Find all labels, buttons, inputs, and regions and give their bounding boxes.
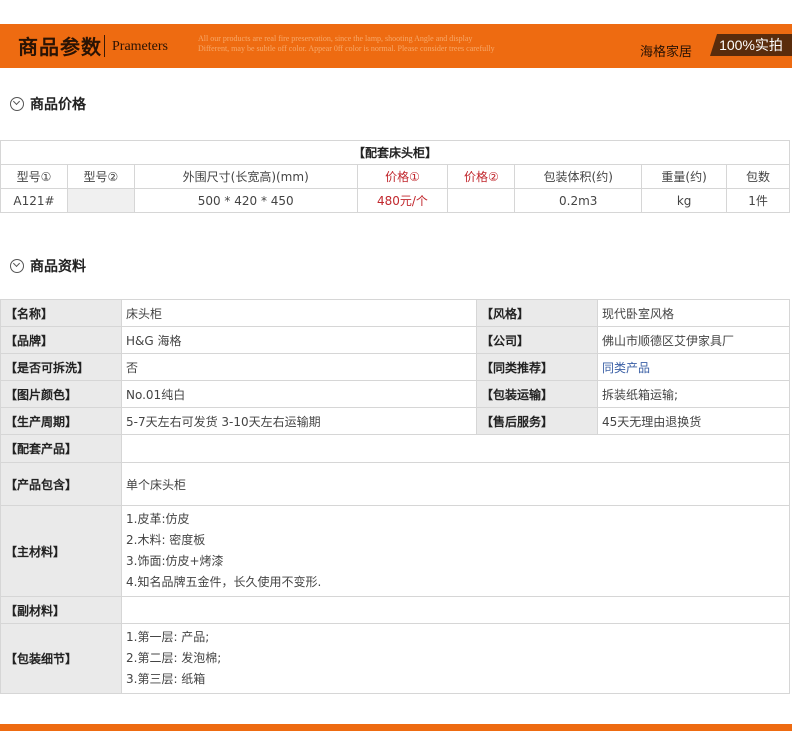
- info-row: 【包装细节】 1.第一层: 产品; 2.第二层: 发泡棉; 3.第三层: 纸箱: [0, 623, 790, 694]
- bottom-divider-bar: [0, 724, 792, 731]
- cell-model-2: [66, 188, 135, 213]
- price-table-caption: 【配套床头柜】: [0, 140, 790, 165]
- main-material-line: 1.皮革:仿皮: [126, 512, 190, 526]
- value-included: 单个床头柜: [121, 462, 790, 506]
- info-row: 【副材料】: [0, 596, 790, 624]
- cell-dimensions: 500 * 420 * 450: [133, 188, 358, 213]
- parameters-banner: 商品参数 Prameters All our products are real…: [0, 24, 792, 68]
- header-price-1: 价格①: [356, 164, 449, 189]
- label-after-sales: 【售后服务】: [476, 407, 598, 435]
- label-recommend: 【同类推荐】: [476, 353, 598, 381]
- chevron-circle-icon: [10, 259, 24, 273]
- info-row: 【名称】 床头柜 【风格】 现代卧室风格: [0, 299, 790, 327]
- banner-title-cn: 商品参数: [18, 35, 102, 59]
- value-brand: H&G 海格: [121, 326, 477, 354]
- header-model-1: 型号①: [0, 164, 68, 189]
- price-table: 【配套床头柜】 型号① 型号② 外围尺寸(长宽高)(mm) 价格① 价格② 包装…: [0, 140, 790, 213]
- product-info-table: 【名称】 床头柜 【风格】 现代卧室风格 【品牌】 H&G 海格 【公司】 佛山…: [0, 299, 790, 694]
- info-row: 【生产周期】 5-7天左右可发货 3-10天左右运输期 【售后服务】 45天无理…: [0, 407, 790, 435]
- value-after-sales: 45天无理由退换货: [597, 407, 790, 435]
- label-secondary-material: 【副材料】: [0, 596, 122, 624]
- label-matching-products: 【配套产品】: [0, 434, 122, 463]
- info-row: 【图片颜色】 No.01纯白 【包装运输】 拆装纸箱运输;: [0, 380, 790, 408]
- label-style: 【风格】: [476, 299, 598, 327]
- value-packaging-details: 1.第一层: 产品; 2.第二层: 发泡棉; 3.第三层: 纸箱: [121, 623, 790, 694]
- cell-model-1: A121#: [0, 188, 68, 213]
- info-row: 【主材料】 1.皮革:仿皮 2.木料: 密度板 3.饰面:仿皮+烤漆 4.知名品…: [0, 505, 790, 597]
- value-company: 佛山市顺德区艾伊家具厂: [597, 326, 790, 354]
- packaging-line: 3.第三层: 纸箱: [126, 672, 206, 686]
- info-row: 【是否可拆洗】 否 【同类推荐】 同类产品: [0, 353, 790, 381]
- value-secondary-material: [121, 596, 790, 624]
- packaging-line: 2.第二层: 发泡棉;: [126, 651, 222, 665]
- cell-weight: kg: [641, 188, 728, 213]
- main-material-line: 2.木料: 密度板: [126, 533, 206, 547]
- label-color: 【图片颜色】: [0, 380, 122, 408]
- cell-package-volume: 0.2m3: [514, 188, 643, 213]
- header-package-count: 包数: [726, 164, 790, 189]
- info-row: 【配套产品】: [0, 434, 790, 463]
- cell-price-2: [447, 188, 516, 213]
- value-production-cycle: 5-7天左右可发货 3-10天左右运输期: [121, 407, 477, 435]
- label-production-cycle: 【生产周期】: [0, 407, 122, 435]
- info-row: 【品牌】 H&G 海格 【公司】 佛山市顺德区艾伊家具厂: [0, 326, 790, 354]
- label-washable: 【是否可拆洗】: [0, 353, 122, 381]
- fine-print-line-2: Different, may be subtle off color. Appe…: [198, 44, 495, 53]
- value-washable: 否: [121, 353, 477, 381]
- value-main-material: 1.皮革:仿皮 2.木料: 密度板 3.饰面:仿皮+烤漆 4.知名品牌五金件，长…: [121, 505, 790, 597]
- label-included: 【产品包含】: [0, 462, 122, 506]
- header-price-2: 价格②: [447, 164, 516, 189]
- price-header-row: 型号① 型号② 外围尺寸(长宽高)(mm) 价格① 价格② 包装体积(约) 重量…: [0, 164, 790, 189]
- info-section-heading: 商品资料: [10, 256, 86, 276]
- main-material-line: 4.知名品牌五金件，长久使用不变形.: [126, 575, 322, 589]
- banner-divider: [104, 35, 105, 57]
- chevron-circle-icon: [10, 97, 24, 111]
- value-matching-products: [121, 434, 790, 463]
- header-model-2: 型号②: [66, 164, 135, 189]
- header-weight: 重量(约): [641, 164, 728, 189]
- price-data-row: A121# 500 * 420 * 450 480元/个 0.2m3 kg 1件: [0, 188, 790, 213]
- info-row: 【产品包含】 单个床头柜: [0, 462, 790, 506]
- banner-title-en: Prameters: [112, 39, 168, 54]
- label-shipping: 【包装运输】: [476, 380, 598, 408]
- value-color: No.01纯白: [121, 380, 477, 408]
- info-heading-text: 商品资料: [30, 259, 86, 275]
- fine-print-line-1: All our products are real fire preservat…: [198, 34, 473, 43]
- value-name: 床头柜: [121, 299, 477, 327]
- label-brand: 【品牌】: [0, 326, 122, 354]
- label-packaging-details: 【包装细节】: [0, 623, 122, 694]
- value-shipping: 拆装纸箱运输;: [597, 380, 790, 408]
- label-company: 【公司】: [476, 326, 598, 354]
- header-package-volume: 包装体积(约): [514, 164, 643, 189]
- real-photo-tag: 100%实拍: [710, 34, 792, 56]
- cell-package-count: 1件: [726, 188, 790, 213]
- similar-products-link[interactable]: 同类产品: [597, 353, 790, 381]
- price-section-heading: 商品价格: [10, 94, 86, 114]
- price-heading-text: 商品价格: [30, 97, 86, 113]
- main-material-line: 3.饰面:仿皮+烤漆: [126, 554, 224, 568]
- brand-name: 海格家居: [640, 45, 693, 60]
- header-dimensions: 外围尺寸(长宽高)(mm): [133, 164, 358, 189]
- packaging-line: 1.第一层: 产品;: [126, 630, 210, 644]
- banner-fine-print: All our products are real fire preservat…: [198, 34, 558, 54]
- label-main-material: 【主材料】: [0, 505, 122, 597]
- cell-price-1: 480元/个: [356, 188, 449, 213]
- value-style: 现代卧室风格: [597, 299, 790, 327]
- label-name: 【名称】: [0, 299, 122, 327]
